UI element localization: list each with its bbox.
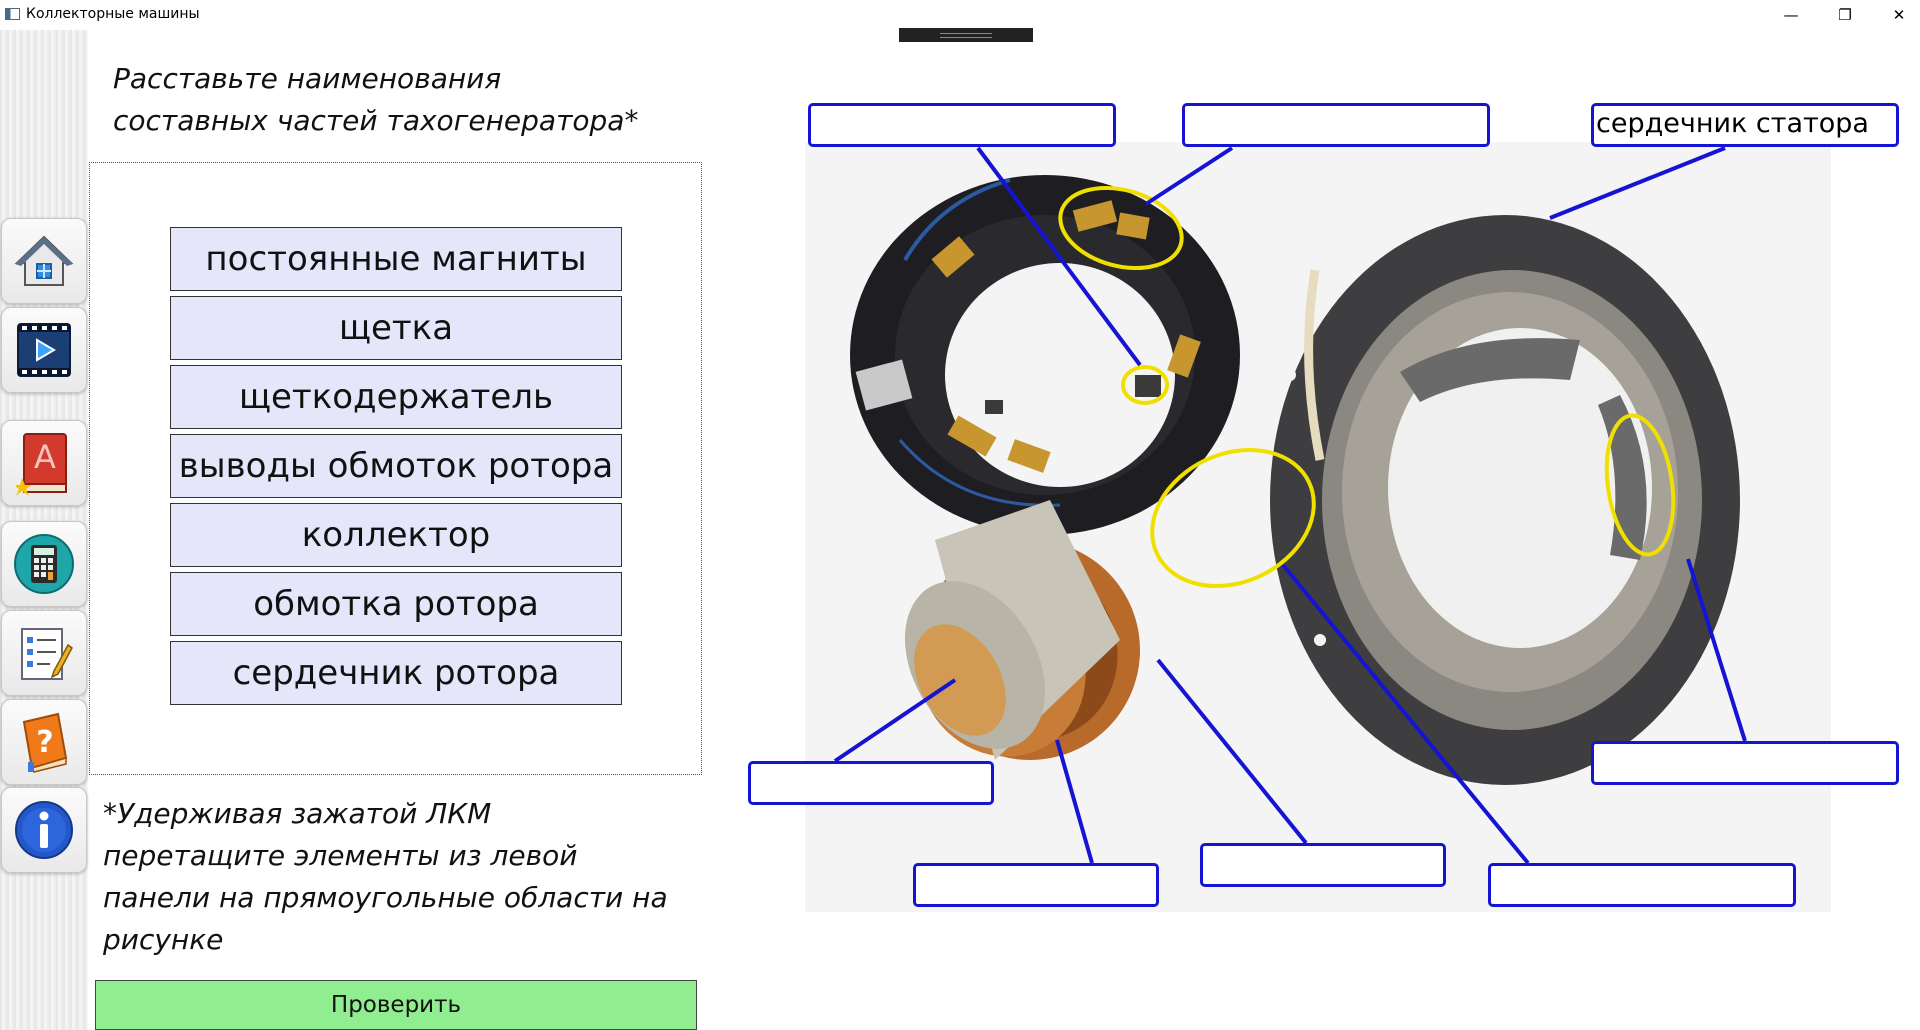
svg-text:?: ? [36, 725, 53, 760]
brush-holder-ring [850, 175, 1240, 535]
drop-zone-bottom-3[interactable] [1488, 863, 1796, 907]
item-commutator[interactable]: коллектор [170, 503, 622, 567]
video-icon [17, 323, 71, 377]
drop-zone-top-left[interactable] [808, 103, 1116, 147]
calculator-button[interactable] [1, 521, 87, 607]
help-button[interactable]: ? [1, 699, 87, 785]
info-icon [15, 801, 73, 859]
window-title: Коллекторные машины [26, 6, 200, 22]
drop-zone-bottom-2[interactable] [1200, 843, 1446, 887]
minimize-button[interactable]: — [1768, 0, 1814, 30]
item-rotor-core[interactable]: сердечник ротора [170, 641, 622, 705]
task-heading: Расставьте наименования составных частей… [113, 62, 639, 137]
drop-zone-bottom-1[interactable] [913, 863, 1159, 907]
drop-zone-top-middle[interactable] [1182, 103, 1490, 147]
item-permanent-magnets[interactable]: постоянные магниты [170, 227, 622, 291]
drag-hint: *Удерживая зажатой ЛКМ перетащите элемен… [103, 797, 668, 956]
item-rotor-winding-leads[interactable]: выводы обмоток ротора [170, 434, 622, 498]
item-brush[interactable]: щетка [170, 296, 622, 360]
check-button[interactable]: Проверить [95, 980, 697, 1030]
book-button[interactable]: A [1, 420, 87, 506]
home-icon [14, 235, 74, 286]
item-brush-holder[interactable]: щеткодержатель [170, 365, 622, 429]
rotor [904, 500, 1140, 760]
book-icon: A [16, 433, 67, 496]
info-button[interactable] [1, 787, 87, 873]
restore-button[interactable]: ❐ [1822, 0, 1868, 30]
checklist-icon [21, 628, 73, 680]
drop-zone-bottom-left[interactable] [748, 761, 994, 805]
test-button[interactable] [1, 610, 87, 696]
highlight-ellipses [1058, 185, 1676, 589]
calculator-icon [14, 534, 74, 594]
title-bar: Коллекторные машины — ❐ ✕ [0, 0, 1920, 30]
drop-zone-right-middle[interactable] [1591, 741, 1899, 785]
items-panel: постоянные магниты щетка щеткодержатель … [89, 162, 702, 775]
drop-zone-top-right[interactable]: сердечник статора [1591, 103, 1899, 147]
side-toolbar: A ? [0, 30, 88, 1030]
stator [1270, 215, 1766, 785]
help-book-icon: ? [22, 712, 68, 773]
app-icon [5, 8, 20, 20]
video-button[interactable] [1, 307, 87, 393]
drag-handle[interactable] [899, 28, 1033, 42]
close-button[interactable]: ✕ [1876, 0, 1920, 30]
home-button[interactable] [1, 218, 87, 304]
svg-text:A: A [34, 438, 56, 476]
item-rotor-winding[interactable]: обмотка ротора [170, 572, 622, 636]
